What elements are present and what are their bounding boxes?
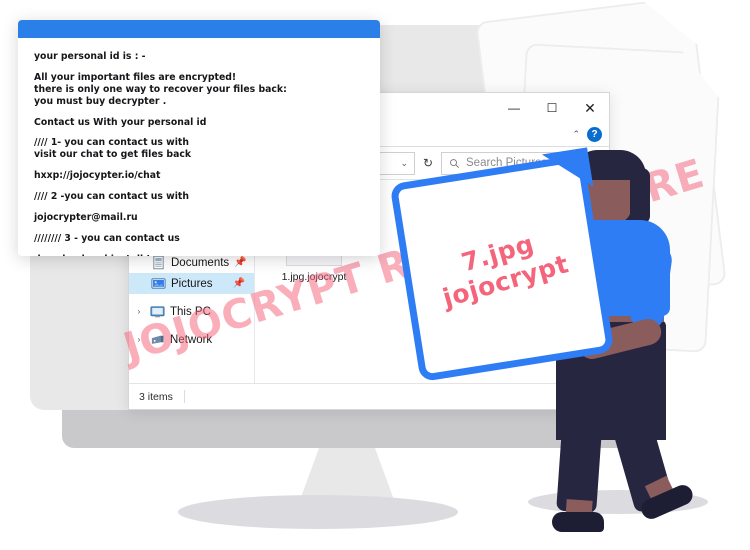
ransom-note-paragraph: download and install tox [34, 254, 364, 256]
ransom-note-line: //// 2 -you can contact us with [34, 191, 189, 203]
search-icon [450, 158, 459, 168]
person-leg-left [556, 398, 604, 514]
ransom-note-line: hxxp://jojocypter.io/chat [34, 170, 161, 182]
ransom-note-line: your personal id is : - [34, 51, 146, 62]
documents-icon [153, 255, 164, 270]
network-icon [151, 335, 164, 344]
sidebar-item-label: Network [170, 333, 213, 346]
help-icon[interactable]: ? [587, 127, 602, 142]
refresh-icon[interactable]: ↻ [417, 156, 439, 170]
window-controls: — ☐ ✕ [495, 93, 609, 123]
ransom-note-line: Contact us With your personal id [34, 116, 207, 128]
ransom-note-line: visit our chat to get files back [34, 149, 192, 161]
pictures-icon [151, 278, 166, 289]
sidebar-item-network[interactable]: › Network [129, 329, 254, 350]
ransom-note-line: there is only one way to recover your fi… [34, 83, 287, 95]
ransom-note-paragraph: Contact us With your personal id [34, 117, 364, 129]
ransom-note-window: your personal id is : - All your importan… [18, 20, 380, 256]
ransom-note-paragraph: jojocrypter@mail.ru [34, 212, 364, 224]
chevron-right-icon[interactable]: › [133, 335, 145, 344]
person-hair-right [630, 168, 650, 224]
sidebar-item-label: Pictures [171, 277, 213, 290]
status-divider [183, 390, 185, 403]
monitor-shadow [178, 495, 458, 529]
ribbon-right-controls: ⌃ ? [572, 123, 609, 146]
ransom-note-line: you must buy decrypter . [34, 95, 167, 107]
ransom-note-paragraph: //// 1- you can contact us with visit ou… [34, 137, 364, 161]
minimize-button[interactable]: — [495, 93, 533, 123]
sidebar-item-label: This PC [170, 305, 211, 318]
encrypted-file-card[interactable]: 7.jpg jojocrypt [389, 154, 615, 383]
ransom-note-paragraph: //////// 3 - you can contact us [34, 233, 364, 245]
chevron-right-icon[interactable]: › [133, 307, 145, 316]
pin-icon[interactable]: 📌 [234, 257, 246, 268]
ransom-note-paragraph: hxxp://jojocypter.io/chat [34, 170, 364, 182]
chevron-up-icon[interactable]: ⌃ [572, 129, 580, 140]
this-pc-icon [150, 306, 165, 318]
ransom-note-paragraph: //// 2 -you can contact us with [34, 191, 364, 203]
file-name-label: 1.jpg.jojocrypt [281, 271, 347, 283]
illustration-scene: | = | Pictures — ☐ ✕ File Home Shar [0, 0, 750, 550]
ransom-note-line: jojocrypter@mail.ru [34, 212, 138, 224]
close-button[interactable]: ✕ [571, 93, 609, 123]
ransom-note-title-bar [18, 20, 380, 38]
ransom-note-text: your personal id is : - All your importan… [18, 38, 380, 256]
chevron-down-icon[interactable]: ⌄ [400, 158, 408, 169]
person-shoe-left [552, 512, 604, 532]
maximize-button[interactable]: ☐ [533, 93, 571, 123]
sidebar-item-label: Documents [171, 256, 230, 269]
ransom-note-line: download and install tox [34, 254, 364, 256]
ransom-note-line: //////// 3 - you can contact us [34, 232, 180, 244]
pin-icon[interactable]: 📌 [233, 278, 245, 289]
ransom-note-line: //// 1- you can contact us with [34, 137, 189, 149]
sidebar-item-this-pc[interactable]: › This PC [129, 301, 254, 322]
ransom-note-line: All your important files are encrypted! [34, 71, 237, 83]
sidebar-item-pictures[interactable]: Pictures 📌 [129, 273, 254, 294]
ransom-note-paragraph: your personal id is : - [34, 51, 364, 63]
ransom-note-paragraph: All your important files are encrypted! t… [34, 72, 364, 108]
item-count-label: 3 items [139, 390, 173, 403]
